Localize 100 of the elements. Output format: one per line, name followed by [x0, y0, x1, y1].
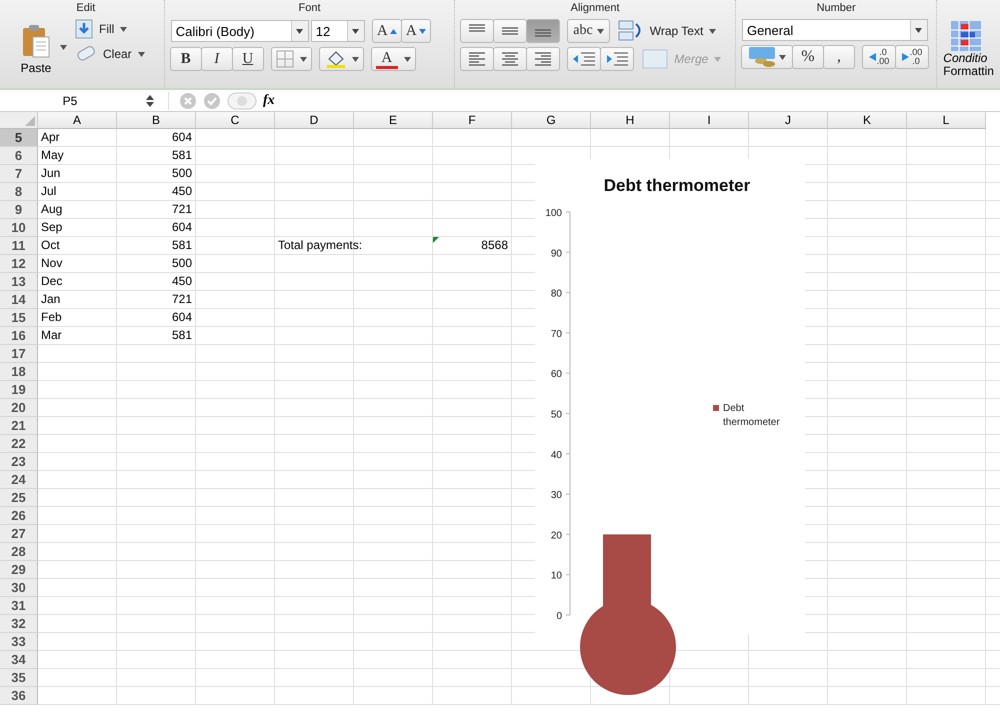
column-header[interactable]: H [591, 112, 670, 129]
row-header[interactable]: 20 [0, 399, 38, 417]
row-header[interactable]: 26 [0, 507, 38, 525]
increase-decimal-button[interactable]: .0 .00 [862, 45, 896, 69]
table-cell: 721 [172, 291, 192, 308]
row-header[interactable]: 8 [0, 183, 38, 201]
horizontal-align-button[interactable] [526, 47, 560, 71]
row-header[interactable]: 16 [0, 327, 38, 345]
grow-font-button[interactable]: A [372, 19, 402, 43]
row-header[interactable]: 21 [0, 417, 38, 435]
row-header[interactable]: 29 [0, 561, 38, 579]
vertical-align-button[interactable] [460, 19, 494, 43]
row-header[interactable]: 15 [0, 309, 38, 327]
stepper-icon[interactable] [146, 94, 154, 106]
row-header[interactable]: 31 [0, 597, 38, 615]
orientation-button[interactable]: abc [567, 19, 610, 43]
row-header[interactable]: 10 [0, 219, 38, 237]
row-header[interactable]: 25 [0, 489, 38, 507]
row-header[interactable]: 14 [0, 291, 38, 309]
row-header[interactable]: 24 [0, 471, 38, 489]
underline-button[interactable]: U [232, 47, 264, 71]
row-header[interactable]: 5 [0, 129, 38, 147]
horizontal-align-button[interactable] [493, 47, 528, 71]
row-header[interactable]: 6 [0, 147, 38, 165]
number-format-dropdown[interactable]: General [742, 19, 928, 41]
row-header[interactable]: 35 [0, 669, 38, 687]
column-header[interactable]: E [354, 112, 433, 129]
column-header[interactable]: B [117, 112, 196, 129]
row-header[interactable]: 12 [0, 255, 38, 273]
column-header[interactable]: C [196, 112, 275, 129]
paste-button[interactable]: Paste [14, 19, 58, 75]
increase-indent-button[interactable] [600, 47, 634, 71]
tick-label: 40 [550, 450, 562, 461]
row-header[interactable]: 32 [0, 615, 38, 633]
row-header[interactable]: 11 [0, 237, 38, 255]
row-header[interactable]: 7 [0, 165, 38, 183]
bold-button[interactable]: B [170, 47, 202, 71]
row-header[interactable]: 34 [0, 651, 38, 669]
tick-label: 0 [556, 611, 562, 622]
accounting-format-button[interactable] [740, 45, 793, 69]
column-header[interactable]: K [828, 112, 907, 129]
column-header[interactable]: J [749, 112, 828, 129]
column-header[interactable]: G [512, 112, 591, 129]
row-header[interactable]: 9 [0, 201, 38, 219]
color-bar-icon [376, 66, 398, 68]
font-size-dropdown[interactable]: 12 [310, 20, 365, 42]
tick-label: 100 [545, 208, 562, 219]
fill-button[interactable]: Fill [75, 19, 145, 39]
tick-label: 70 [550, 328, 562, 340]
row-header[interactable]: 22 [0, 435, 38, 453]
decrease-decimal-button[interactable]: .00 .0 [894, 45, 929, 69]
table-cell: Mar [41, 327, 62, 344]
error-indicator-icon[interactable] [433, 237, 439, 243]
row-header[interactable]: 28 [0, 543, 38, 561]
vertical-align-button[interactable] [526, 19, 560, 43]
column-header[interactable]: L [907, 112, 986, 129]
row-header[interactable]: 13 [0, 273, 38, 291]
font-color-button[interactable]: A [370, 47, 416, 71]
row-header[interactable]: 27 [0, 525, 38, 543]
toggle-icon[interactable] [227, 92, 257, 110]
conditional-formatting-button[interactable]: Conditio Formattin [943, 20, 994, 78]
tick-label: 10 [550, 570, 562, 582]
column-header[interactable]: D [275, 112, 354, 129]
font-name-dropdown[interactable]: Calibri (Body) [170, 20, 309, 42]
row-header[interactable]: 19 [0, 381, 38, 399]
align-lines-icon [533, 52, 554, 66]
clear-button[interactable]: Clear [75, 45, 145, 63]
table-cell: Total payments: [278, 237, 362, 254]
row-header[interactable]: 18 [0, 363, 38, 381]
caret-icon [779, 54, 786, 60]
table-cell: Dec [41, 273, 62, 290]
decrease-indent-button[interactable] [567, 47, 602, 71]
shrink-font-button[interactable]: A [400, 19, 431, 43]
row-header[interactable]: 33 [0, 633, 38, 651]
column-header[interactable]: F [433, 112, 512, 129]
up-triangle-icon [390, 28, 397, 34]
row-header[interactable]: 23 [0, 453, 38, 471]
row-header[interactable]: 17 [0, 345, 38, 363]
wrap-text-button[interactable]: Wrap Text [618, 20, 716, 42]
group-title: Number [816, 1, 857, 15]
table-cell: Jun [41, 165, 60, 182]
name-box[interactable]: P5 [0, 94, 140, 108]
insert-function-button[interactable]: fx [263, 92, 275, 108]
legend-label: Debt thermometer [723, 402, 781, 430]
horizontal-align-button[interactable] [460, 47, 494, 71]
column-header[interactable]: I [670, 112, 749, 129]
borders-icon [276, 50, 294, 68]
table-cell: 8568 [481, 237, 508, 254]
percent-style-button[interactable]: % [792, 45, 824, 69]
table-cell: 604 [172, 309, 192, 326]
caret-icon [352, 56, 359, 62]
row-header[interactable]: 30 [0, 579, 38, 597]
checkmark-icon[interactable] [203, 92, 221, 110]
comma-style-button[interactable]: , [822, 45, 855, 69]
vertical-align-button[interactable] [493, 19, 528, 43]
caret-icon [915, 28, 922, 32]
row-header[interactable]: 36 [0, 687, 38, 705]
italic-button[interactable]: I [200, 47, 233, 71]
fill-color-button[interactable] [318, 47, 364, 71]
column-header[interactable]: A [38, 112, 117, 129]
